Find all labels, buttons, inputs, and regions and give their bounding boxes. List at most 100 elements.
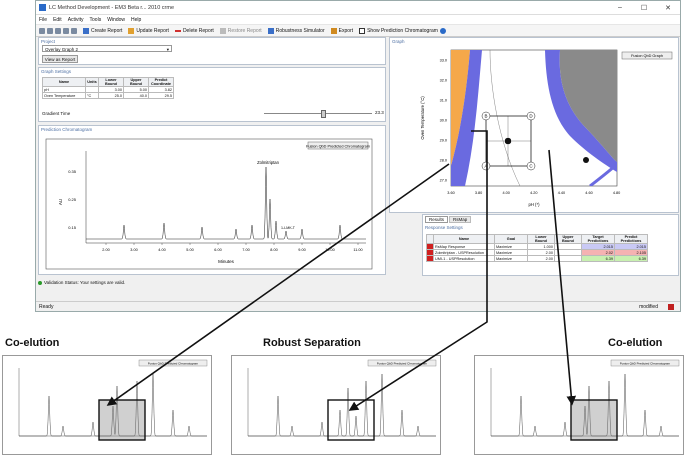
tab-results[interactable]: Results <box>425 216 449 223</box>
create-report-button[interactable]: Create Report <box>83 27 123 34</box>
save-icon[interactable] <box>55 27 61 34</box>
update-icon <box>128 27 135 34</box>
cell[interactable]: 40.0 <box>123 92 149 99</box>
cell: Oven Temperature <box>42 92 86 99</box>
print-icon[interactable] <box>63 27 69 34</box>
col-upper: Upper Bound <box>554 234 582 244</box>
menu-activity[interactable]: Activity <box>68 17 84 23</box>
y-tick-label: 0.15 <box>68 225 77 230</box>
x-tick-label: 5.00 <box>186 248 193 252</box>
delete-report-button[interactable]: Delete Report <box>174 27 214 34</box>
graph-x-tick-label: 4.60 <box>585 191 592 195</box>
menu-help[interactable]: Help <box>131 17 141 23</box>
cell[interactable]: Maximize <box>494 255 528 262</box>
graph-y-tick-label: 30.0 <box>440 118 447 122</box>
cell[interactable]: 2.00 <box>527 255 555 262</box>
col-predict: Predict Coordinate <box>148 77 174 87</box>
prediction-label: Prediction Chromatogram <box>41 127 93 132</box>
minimize-button[interactable]: – <box>608 4 632 12</box>
export-icon <box>330 27 337 34</box>
window-title: LC Method Development - EM3 Beta r... 20… <box>49 4 175 11</box>
project-panel: Project Overlay Graph 2 ▾ View as Report <box>38 37 386 65</box>
graph-x-tick-label: 3.60 <box>447 191 454 195</box>
graph-y-tick-label: 31.0 <box>440 98 447 102</box>
export-button[interactable]: Export <box>330 27 354 34</box>
status-bar: Ready modified <box>36 301 680 311</box>
title-bar: LC Method Development - EM3 Beta r... 20… <box>36 1 680 15</box>
create-report-label: Create Report <box>91 27 123 34</box>
close-button[interactable]: ✕ <box>656 4 680 12</box>
results-table: Name Goal Lower Bound Upper Bound Target… <box>426 234 648 262</box>
peak-label-zolmitriptan: Zolmitriptan <box>257 160 280 165</box>
cell: 6.39 <box>581 255 615 262</box>
thumb-button-label: Fusion QbD Predicted Chromatogram <box>377 362 428 366</box>
row-flag[interactable] <box>426 255 434 262</box>
selected-point[interactable] <box>583 157 589 163</box>
update-report-button[interactable]: Update Report <box>128 27 169 34</box>
help-icon <box>439 27 446 34</box>
graph-x-tick-label: 4.80 <box>613 191 620 195</box>
heading-robust-separation: Robust Separation <box>263 337 361 349</box>
thumb-button-label: Fusion QbD Predicted Chromatogram <box>148 362 199 366</box>
center-point[interactable] <box>504 137 512 145</box>
graph-y-tick-label: 27.0 <box>440 178 447 182</box>
design-space-graph: B D A C Fusion QbD Graph 33.032.031.030.… <box>420 49 673 207</box>
x-tick-label: 11.00 <box>353 248 362 252</box>
menu-tools[interactable]: Tools <box>90 17 102 23</box>
view-as-report-button[interactable]: View as Report <box>42 55 78 63</box>
table-row[interactable]: Oven Temperature °C 25.0 40.0 29.5 <box>42 92 174 99</box>
graph-y-tick-label: 33.0 <box>440 58 447 62</box>
x-tick-label: 2.00 <box>102 248 109 252</box>
highlight-box <box>570 399 618 441</box>
validation-text: Validation Status: Your settings are val… <box>44 280 126 285</box>
graph-y-tick-label: 29.0 <box>440 138 447 142</box>
prediction-chromatogram: Fusion QbD Predicted Chromatogram 0.35 0… <box>45 138 373 270</box>
alert-icon <box>668 303 674 310</box>
graph-x-tick-label: 4.00 <box>503 191 510 195</box>
menu-file[interactable]: File <box>39 17 47 23</box>
show-prediction-toggle[interactable]: Show Prediction Chromatogram <box>359 27 446 34</box>
validation-status: Validation Status: Your settings are val… <box>38 278 678 287</box>
cell[interactable] <box>554 255 582 262</box>
toolbar: Create Report Update Report Delete Repor… <box>36 25 680 37</box>
corner-label-a: A <box>484 164 487 169</box>
table-row[interactable]: UMI-1 - USPResolution Maximize 2.00 6.39… <box>426 255 648 262</box>
project-select-value: Overlay Graph 2 <box>45 47 79 52</box>
col-lower: Lower Bound <box>98 77 124 87</box>
col-flag <box>426 234 434 244</box>
app-window: LC Method Development - EM3 Beta r... 20… <box>35 0 681 312</box>
gradient-slider[interactable] <box>264 113 372 114</box>
restore-icon <box>219 27 226 34</box>
col-predict: Predict Predictions <box>614 234 648 244</box>
gradient-time-value: 23.3 <box>375 110 384 115</box>
col-name: Name <box>42 77 86 87</box>
col-name: Name <box>433 234 495 244</box>
heading-coelution-right: Co-elution <box>608 337 663 349</box>
tab-rsmap[interactable]: RsMap <box>449 216 472 223</box>
x-tick-label: 10.00 <box>325 248 335 252</box>
col-lower: Lower Bound <box>527 234 555 244</box>
x-tick-label: 6.00 <box>214 248 221 252</box>
menu-edit[interactable]: Edit <box>53 17 62 23</box>
delete-report-label: Delete Report <box>182 27 214 34</box>
col-goal: Goal <box>494 234 528 244</box>
gradient-slider-thumb[interactable] <box>321 110 326 118</box>
graph-settings-label: Graph Settings <box>41 69 72 74</box>
new-icon[interactable] <box>39 27 45 34</box>
graph-x-tick-label: 4.20 <box>530 191 537 195</box>
y-tick-label: 0.25 <box>68 197 77 202</box>
menu-window[interactable]: Window <box>107 17 125 23</box>
graph-label: Graph <box>392 39 405 44</box>
maximize-button[interactable]: ☐ <box>632 4 656 12</box>
restore-report-button[interactable]: Restore Report <box>219 27 262 34</box>
project-select[interactable]: Overlay Graph 2 ▾ <box>42 45 172 52</box>
robustness-simulator-button[interactable]: Robustness Simulator <box>267 27 325 34</box>
export-label: Export <box>338 27 354 34</box>
open-icon[interactable] <box>47 27 53 34</box>
x-tick-label: 7.00 <box>242 248 249 252</box>
copy-icon[interactable] <box>71 27 77 34</box>
cell[interactable]: 25.0 <box>98 92 124 99</box>
checkbox-icon <box>359 27 366 34</box>
cell[interactable]: 29.5 <box>148 92 174 99</box>
thumbnail-coelution-left: Fusion QbD Predicted Chromatogram <box>2 355 212 455</box>
